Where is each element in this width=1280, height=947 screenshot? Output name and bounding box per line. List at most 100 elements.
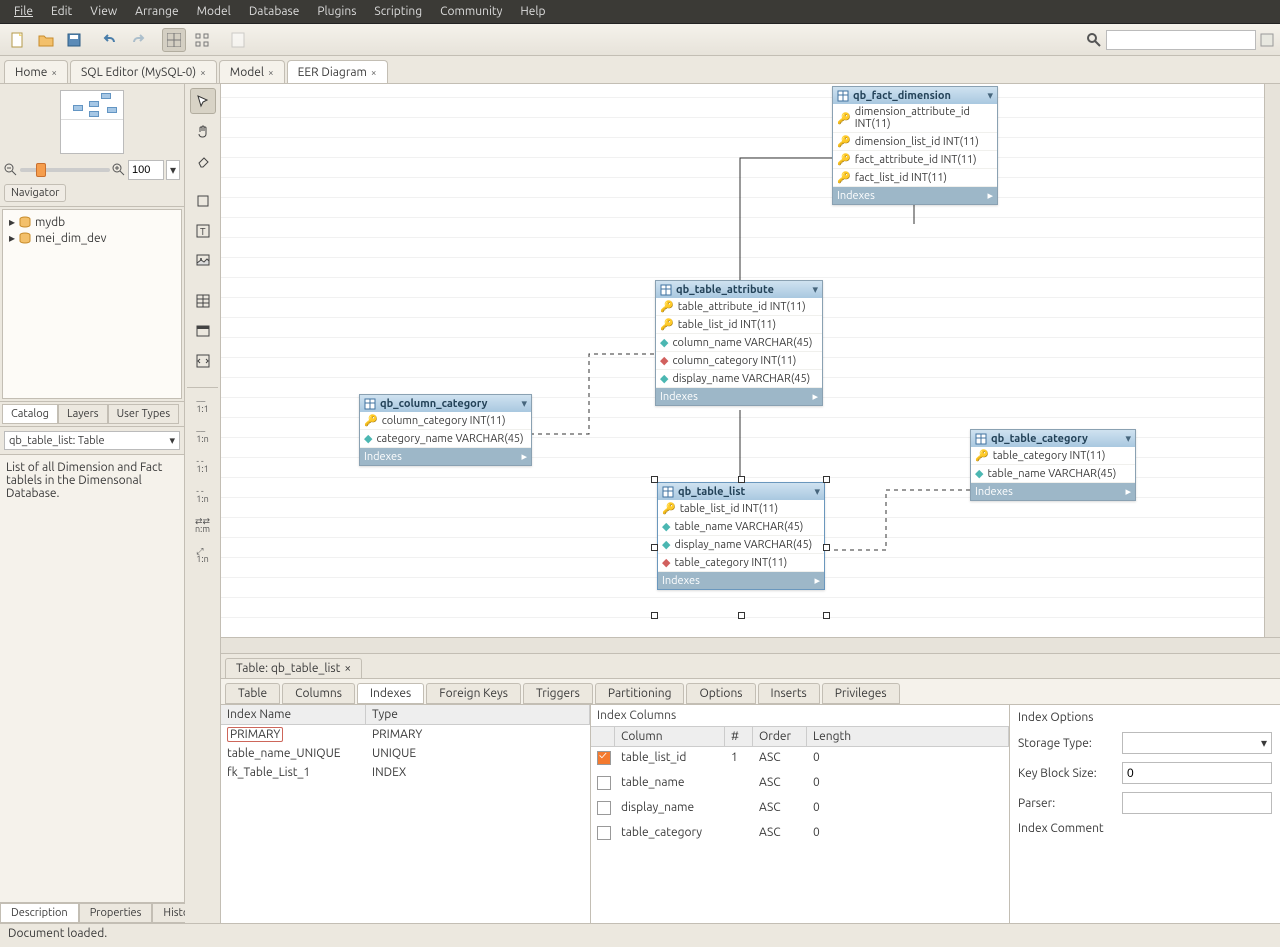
close-icon[interactable]: × (51, 67, 57, 78)
menu-scripting[interactable]: Scripting (366, 3, 430, 20)
zoom-in-icon[interactable] (112, 163, 126, 177)
desc-tab-properties[interactable]: Properties (79, 903, 153, 923)
checkbox[interactable] (597, 776, 611, 790)
search-input[interactable] (1106, 30, 1256, 50)
index-row-fk-table-list-1[interactable]: fk_Table_List_1 INDEX (221, 763, 590, 782)
resize-handle[interactable] (823, 544, 830, 551)
open-file-icon[interactable] (34, 28, 58, 52)
desc-tab-description[interactable]: Description (0, 903, 79, 923)
col-header-index-type[interactable]: Type (366, 705, 590, 724)
new-file-icon[interactable] (6, 28, 30, 52)
side-tab-layers[interactable]: Layers (58, 404, 108, 424)
index-row-table-name-unique[interactable]: table_name_UNIQUE UNIQUE (221, 744, 590, 763)
tab-sql-editor[interactable]: SQL Editor (MySQL-0)× (70, 60, 217, 83)
idx-col-row[interactable]: table_list_id 1 ASC 0 (591, 747, 1009, 772)
erd-table-qb-column-category[interactable]: qb_column_category▾ 🔑column_category INT… (359, 394, 532, 466)
erd-canvas[interactable]: qb_fact_dimension▾ 🔑dimension_attribute_… (221, 84, 1264, 637)
rel-1n-id-tool-icon[interactable]: - -1:n (190, 482, 216, 508)
col-header-length[interactable]: Length (807, 727, 1009, 746)
checkbox[interactable] (597, 751, 611, 765)
menu-arrange[interactable]: Arrange (127, 3, 186, 20)
tree-item-mydb[interactable]: ▸mydb (7, 214, 177, 230)
grid-toggle-icon[interactable] (162, 28, 186, 52)
tab-model[interactable]: Model× (219, 60, 285, 83)
checkbox[interactable] (597, 826, 611, 840)
checkbox[interactable] (597, 801, 611, 815)
resize-handle[interactable] (651, 544, 658, 551)
zoom-slider[interactable] (20, 168, 110, 172)
page-icon[interactable] (226, 28, 250, 52)
tree-item-mei-dim-dev[interactable]: ▸mei_dim_dev (7, 230, 177, 246)
table-tool-icon[interactable] (190, 288, 216, 314)
sub-tab-partitioning[interactable]: Partitioning (595, 683, 685, 704)
col-header-num[interactable]: # (725, 727, 753, 746)
view-tool-icon[interactable] (190, 318, 216, 344)
image-tool-icon[interactable] (190, 248, 216, 274)
resize-handle[interactable] (823, 612, 830, 619)
close-icon[interactable]: × (371, 67, 377, 78)
sub-tab-options[interactable]: Options (686, 683, 755, 704)
save-file-icon[interactable] (62, 28, 86, 52)
storage-type-select[interactable]: ▾ (1122, 732, 1272, 754)
menu-edit[interactable]: Edit (43, 3, 80, 20)
tab-eer-diagram[interactable]: EER Diagram× (287, 60, 388, 83)
menu-community[interactable]: Community (432, 3, 510, 20)
undo-icon[interactable] (98, 28, 122, 52)
close-icon[interactable]: × (200, 67, 206, 78)
catalog-tree[interactable]: ▸mydb ▸mei_dim_dev (2, 209, 182, 399)
pointer-tool-icon[interactable] (190, 88, 216, 114)
object-selector[interactable]: qb_table_list: Table▾ (4, 431, 180, 450)
tab-home[interactable]: Home× (4, 60, 68, 83)
zoom-dropdown-icon[interactable]: ▾ (166, 160, 180, 180)
resize-handle[interactable] (651, 612, 658, 619)
layer-tool-icon[interactable] (190, 188, 216, 214)
erd-table-qb-fact-dimension[interactable]: qb_fact_dimension▾ 🔑dimension_attribute_… (832, 86, 998, 205)
menu-view[interactable]: View (82, 3, 125, 20)
menu-database[interactable]: Database (241, 3, 308, 20)
menu-plugins[interactable]: Plugins (309, 3, 364, 20)
resize-handle[interactable] (651, 476, 658, 483)
col-header-column[interactable]: Column (615, 727, 725, 746)
rel-11-tool-icon[interactable]: ⎯⎯1:1 (190, 392, 216, 418)
idx-col-row[interactable]: display_name ASC 0 (591, 797, 1009, 822)
rel-1n-tool-icon[interactable]: ⎯⎯1:n (190, 422, 216, 448)
routine-tool-icon[interactable] (190, 348, 216, 374)
side-tab-catalog[interactable]: Catalog (2, 404, 58, 424)
close-icon[interactable]: × (344, 662, 351, 675)
menu-help[interactable]: Help (512, 3, 553, 20)
close-icon[interactable]: × (268, 67, 274, 78)
key-block-input[interactable] (1122, 762, 1272, 784)
sub-tab-privileges[interactable]: Privileges (822, 683, 900, 704)
erd-table-qb-table-attribute[interactable]: qb_table_attribute▾ 🔑table_attribute_id … (655, 280, 823, 406)
sub-tab-foreign-keys[interactable]: Foreign Keys (426, 683, 521, 704)
menu-file[interactable]: File (6, 3, 41, 20)
eraser-tool-icon[interactable] (190, 148, 216, 174)
sub-tab-triggers[interactable]: Triggers (523, 683, 593, 704)
zoom-out-icon[interactable] (4, 163, 18, 177)
horizontal-scrollbar[interactable] (221, 637, 1280, 653)
rel-existing-tool-icon[interactable]: ⤢1:n (190, 542, 216, 568)
rel-nm-tool-icon[interactable]: ⇄⇄n:m (190, 512, 216, 538)
menu-model[interactable]: Model (189, 3, 239, 20)
sub-tab-table[interactable]: Table (225, 683, 280, 704)
resize-handle[interactable] (738, 476, 745, 483)
parser-input[interactable] (1122, 792, 1272, 814)
editor-tab-table[interactable]: Table: qb_table_list× (225, 658, 362, 678)
resize-handle[interactable] (738, 612, 745, 619)
search-options-icon[interactable] (1260, 33, 1274, 47)
index-list[interactable]: Index Name Type PRIMARY PRIMARY table_na… (221, 705, 591, 923)
navigator-thumbnail[interactable] (60, 90, 124, 154)
resize-handle[interactable] (823, 476, 830, 483)
text-tool-icon[interactable]: T (190, 218, 216, 244)
col-header-order[interactable]: Order (753, 727, 807, 746)
erd-table-qb-table-list[interactable]: qb_table_list▾ 🔑table_list_id INT(11) ◆t… (657, 482, 825, 590)
rel-11-id-tool-icon[interactable]: - -1:1 (190, 452, 216, 478)
col-header-index-name[interactable]: Index Name (221, 705, 366, 724)
hand-tool-icon[interactable] (190, 118, 216, 144)
idx-col-row[interactable]: table_category ASC 0 (591, 822, 1009, 847)
vertical-scrollbar[interactable] (1264, 84, 1280, 637)
sub-tab-columns[interactable]: Columns (282, 683, 355, 704)
side-tab-user-types[interactable]: User Types (108, 404, 180, 424)
erd-table-qb-table-category[interactable]: qb_table_category▾ 🔑table_category INT(1… (970, 429, 1136, 501)
sub-tab-indexes[interactable]: Indexes (357, 683, 424, 704)
